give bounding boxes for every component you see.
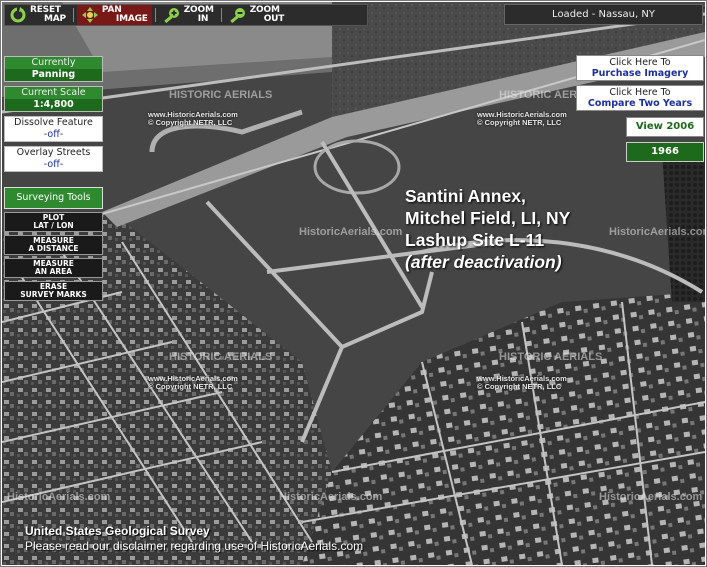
watermark-brand-alt: HistoricAerials.com — [7, 491, 111, 503]
erase-survey-marks-button[interactable]: ERASE SURVEY MARKS — [4, 281, 103, 301]
watermark-brand: HISTORIC AERIALS — [499, 351, 603, 363]
annotation-line: Mitchel Field, LI, NY — [405, 208, 571, 228]
zoom-out-icon — [230, 8, 245, 24]
tool-label: A DISTANCE — [28, 244, 79, 253]
map-footer: United States Geological Survey Please r… — [25, 524, 363, 554]
compare-line1: Click Here To — [609, 87, 671, 98]
toolbar-divider — [72, 8, 74, 22]
copyright-mark: www.HistoricAerials.com © Copyright NETR,… — [148, 110, 238, 127]
overlay-value: -off- — [5, 159, 102, 171]
copyright-mark: www.HistoricAerials.com © Copyright NETR,… — [477, 374, 567, 391]
annotation-line: Santini Annex, — [405, 186, 526, 206]
reset-label-2: MAP — [44, 14, 66, 24]
scale-value: 1:4,800 — [5, 99, 102, 111]
watermark-brand-alt: HistoricAerials.com — [299, 226, 403, 238]
surveying-tools: Surveying Tools PLOT LAT / LON MEASURE A… — [4, 187, 103, 301]
dissolve-value: -off- — [5, 129, 102, 141]
watermark-brand-alt: HistoricAerials.com — [599, 491, 703, 503]
annotation-line: (after deactivation) — [405, 252, 562, 272]
tool-label: SURVEY MARKS — [20, 290, 87, 299]
pan-label-2: IMAGE — [115, 14, 148, 24]
zoom-out-button[interactable]: ZOOM OUT — [225, 5, 289, 25]
watermark-brand: HISTORIC AERIALS — [169, 351, 273, 363]
load-status: Loaded - Nassau, NY — [504, 4, 703, 25]
copyright-mark: www.HistoricAerials.com © Copyright NETR,… — [477, 110, 567, 127]
purchase-imagery-button[interactable]: Click Here To Purchase Imagery — [576, 55, 704, 81]
purchase-line1: Click Here To — [609, 57, 671, 68]
watermark-brand: HISTORIC AERIALS — [169, 89, 273, 101]
pan-arrows-icon — [81, 7, 98, 23]
watermark-brand-alt: HistoricAerials.com — [279, 491, 383, 503]
reset-icon — [10, 7, 26, 23]
measure-distance-button[interactable]: MEASURE A DISTANCE — [4, 235, 103, 255]
zoom-in-icon — [164, 8, 179, 24]
zoom-in-label-2: IN — [197, 14, 209, 24]
zoom-out-label-2: OUT — [263, 14, 285, 24]
compare-line2: Compare Two Years — [587, 98, 693, 109]
disclaimer-text[interactable]: Please read our disclaimer regarding use… — [25, 539, 363, 554]
reset-map-button[interactable]: RESET MAP — [5, 5, 70, 25]
purchase-line2: Purchase Imagery — [591, 68, 689, 79]
watermark-brand-alt: HistoricAerials.com — [609, 226, 707, 238]
mode-label: Currently — [5, 57, 102, 69]
tool-label: LAT / LON — [33, 221, 74, 230]
measure-area-button[interactable]: MEASURE AN AREA — [4, 258, 103, 278]
year-1966-button[interactable]: 1966 — [626, 142, 704, 162]
map-viewer: HISTORIC AERIALS HISTORIC AERIALS HISTOR… — [0, 0, 707, 567]
surveying-title: Surveying Tools — [4, 187, 103, 209]
tool-label: AN AREA — [34, 267, 73, 276]
source-credit: United States Geological Survey — [25, 524, 210, 538]
overlay-streets-toggle[interactable]: Overlay Streets -off- — [4, 146, 103, 172]
plot-latlon-button[interactable]: PLOT LAT / LON — [4, 212, 103, 232]
site-annotation: Santini Annex, Mitchel Field, LI, NY Las… — [405, 185, 570, 273]
view-2006-button[interactable]: View 2006 — [626, 117, 704, 137]
dissolve-label: Dissolve Feature — [5, 117, 102, 129]
mode-value: Panning — [5, 69, 102, 81]
dissolve-toggle[interactable]: Dissolve Feature -off- — [4, 116, 103, 142]
pan-image-button[interactable]: PAN IMAGE — [76, 5, 152, 25]
copyright-mark: www.HistoricAerials.com © Copyright NETR,… — [148, 374, 238, 391]
scale-indicator: Current Scale 1:4,800 — [4, 86, 103, 112]
mode-indicator: Currently Panning — [4, 56, 103, 82]
compare-years-button[interactable]: Click Here To Compare Two Years — [576, 85, 704, 111]
map-toolbar: RESET MAP PAN IMAGE ZOOM IN ZOOM OUT — [4, 4, 368, 26]
toolbar-divider — [220, 8, 222, 22]
annotation-line: Lashup Site L-11 — [405, 230, 545, 250]
scale-label: Current Scale — [5, 87, 102, 99]
toolbar-divider — [154, 8, 156, 22]
overlay-label: Overlay Streets — [5, 147, 102, 159]
zoom-in-button[interactable]: ZOOM IN — [159, 5, 218, 25]
